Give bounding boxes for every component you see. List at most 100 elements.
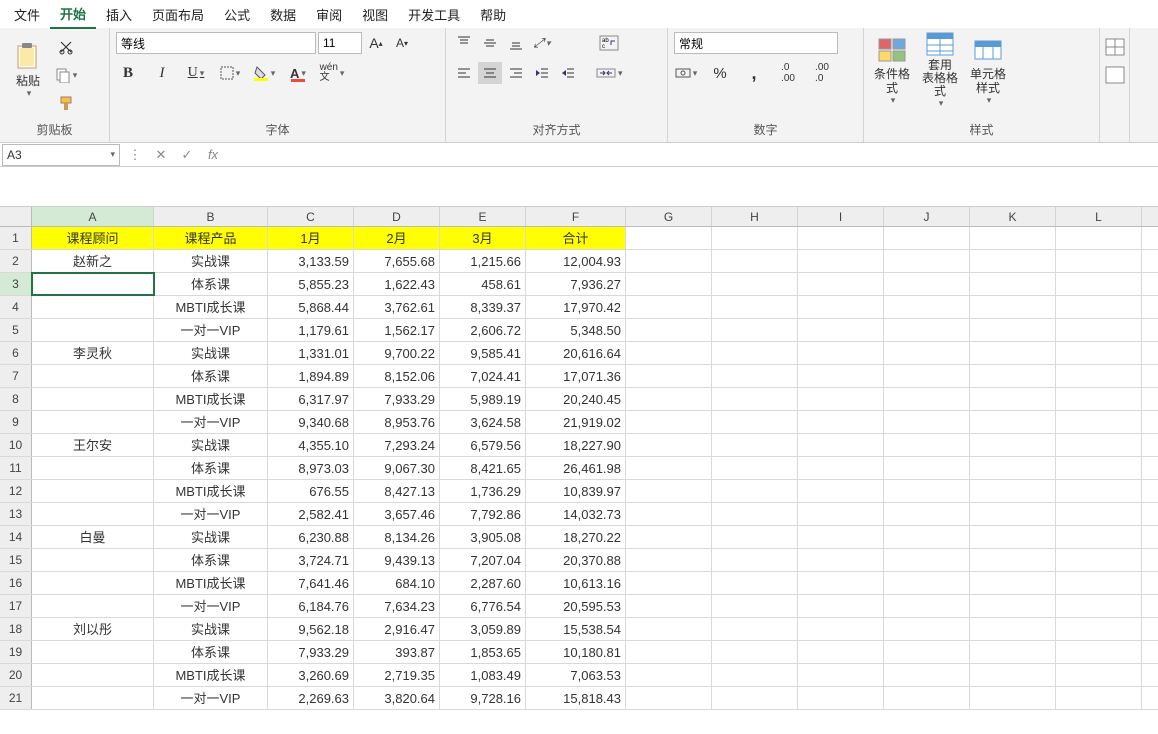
row-header-17[interactable]: 17 bbox=[0, 595, 32, 617]
cell-C11[interactable]: 8,973.03 bbox=[268, 457, 354, 479]
cell-A7[interactable] bbox=[32, 365, 154, 387]
column-header-L[interactable]: L bbox=[1056, 207, 1142, 226]
cell-D3[interactable]: 1,622.43 bbox=[354, 273, 440, 295]
cell-J8[interactable] bbox=[884, 388, 970, 410]
row-header-13[interactable]: 13 bbox=[0, 503, 32, 525]
cell-A11[interactable] bbox=[32, 457, 154, 479]
cell-H19[interactable] bbox=[712, 641, 798, 663]
table-format-button[interactable]: 套用 表格格式 bbox=[918, 32, 962, 108]
menu-tab-文件[interactable]: 文件 bbox=[4, 1, 50, 28]
cell-F13[interactable]: 14,032.73 bbox=[526, 503, 626, 525]
cell-B6[interactable]: 实战课 bbox=[154, 342, 268, 364]
cell-G2[interactable] bbox=[626, 250, 712, 272]
row-header-10[interactable]: 10 bbox=[0, 434, 32, 456]
cell-H17[interactable] bbox=[712, 595, 798, 617]
column-header-D[interactable]: D bbox=[354, 207, 440, 226]
row-header-16[interactable]: 16 bbox=[0, 572, 32, 594]
decrease-indent-button[interactable] bbox=[530, 62, 554, 84]
cell-F7[interactable]: 17,071.36 bbox=[526, 365, 626, 387]
cell-F5[interactable]: 5,348.50 bbox=[526, 319, 626, 341]
cell-J11[interactable] bbox=[884, 457, 970, 479]
menu-tab-开发工具[interactable]: 开发工具 bbox=[398, 1, 470, 28]
cell-E7[interactable]: 7,024.41 bbox=[440, 365, 526, 387]
accounting-format-button[interactable] bbox=[674, 62, 698, 84]
conditional-format-button[interactable]: 条件格式 bbox=[870, 32, 914, 108]
cell-K1[interactable] bbox=[970, 227, 1056, 249]
cell-H12[interactable] bbox=[712, 480, 798, 502]
cell-K21[interactable] bbox=[970, 687, 1056, 709]
cell-D21[interactable]: 3,820.64 bbox=[354, 687, 440, 709]
row-header-21[interactable]: 21 bbox=[0, 687, 32, 709]
fill-color-button[interactable] bbox=[252, 62, 276, 84]
cell-G13[interactable] bbox=[626, 503, 712, 525]
cell-D17[interactable]: 7,634.23 bbox=[354, 595, 440, 617]
cell-I21[interactable] bbox=[798, 687, 884, 709]
cell-F19[interactable]: 10,180.81 bbox=[526, 641, 626, 663]
cell-B8[interactable]: MBTI成长课 bbox=[154, 388, 268, 410]
cell-E19[interactable]: 1,853.65 bbox=[440, 641, 526, 663]
cell-J15[interactable] bbox=[884, 549, 970, 571]
cell-H16[interactable] bbox=[712, 572, 798, 594]
cell-D1[interactable]: 2月 bbox=[354, 227, 440, 249]
cell-L21[interactable] bbox=[1056, 687, 1142, 709]
cell-L7[interactable] bbox=[1056, 365, 1142, 387]
row-header-12[interactable]: 12 bbox=[0, 480, 32, 502]
cell-J10[interactable] bbox=[884, 434, 970, 456]
row-header-11[interactable]: 11 bbox=[0, 457, 32, 479]
cell-K8[interactable] bbox=[970, 388, 1056, 410]
menu-tab-数据[interactable]: 数据 bbox=[260, 1, 306, 28]
increase-indent-button[interactable] bbox=[556, 62, 580, 84]
cell-C10[interactable]: 4,355.10 bbox=[268, 434, 354, 456]
cell-H3[interactable] bbox=[712, 273, 798, 295]
align-top-button[interactable] bbox=[452, 32, 476, 54]
cell-G17[interactable] bbox=[626, 595, 712, 617]
cell-A4[interactable] bbox=[32, 296, 154, 318]
cell-I3[interactable] bbox=[798, 273, 884, 295]
cell-F20[interactable]: 7,063.53 bbox=[526, 664, 626, 686]
cell-I2[interactable] bbox=[798, 250, 884, 272]
increase-font-button[interactable]: A▴ bbox=[364, 32, 388, 54]
cell-E12[interactable]: 1,736.29 bbox=[440, 480, 526, 502]
cell-D11[interactable]: 9,067.30 bbox=[354, 457, 440, 479]
cell-D15[interactable]: 9,439.13 bbox=[354, 549, 440, 571]
row-header-2[interactable]: 2 bbox=[0, 250, 32, 272]
cell-C2[interactable]: 3,133.59 bbox=[268, 250, 354, 272]
align-center-button[interactable] bbox=[478, 62, 502, 84]
cell-I17[interactable] bbox=[798, 595, 884, 617]
row-header-15[interactable]: 15 bbox=[0, 549, 32, 571]
cell-F8[interactable]: 20,240.45 bbox=[526, 388, 626, 410]
cell-J19[interactable] bbox=[884, 641, 970, 663]
cell-H13[interactable] bbox=[712, 503, 798, 525]
number-format-select[interactable] bbox=[674, 32, 838, 54]
cell-L19[interactable] bbox=[1056, 641, 1142, 663]
cell-A14[interactable]: 白曼 bbox=[32, 526, 154, 548]
cell-I8[interactable] bbox=[798, 388, 884, 410]
cell-L20[interactable] bbox=[1056, 664, 1142, 686]
cell-L12[interactable] bbox=[1056, 480, 1142, 502]
cell-L2[interactable] bbox=[1056, 250, 1142, 272]
cell-B2[interactable]: 实战课 bbox=[154, 250, 268, 272]
cell-H9[interactable] bbox=[712, 411, 798, 433]
decrease-decimal-button[interactable]: .00.0 bbox=[810, 62, 834, 84]
underline-button[interactable]: U bbox=[184, 62, 208, 84]
cell-L17[interactable] bbox=[1056, 595, 1142, 617]
cell-G21[interactable] bbox=[626, 687, 712, 709]
cell-J17[interactable] bbox=[884, 595, 970, 617]
cell-B1[interactable]: 课程产品 bbox=[154, 227, 268, 249]
increase-decimal-button[interactable]: .0.00 bbox=[776, 62, 800, 84]
cell-A21[interactable] bbox=[32, 687, 154, 709]
orientation-button[interactable]: ⤢ bbox=[530, 32, 554, 54]
cell-J2[interactable] bbox=[884, 250, 970, 272]
cell-J9[interactable] bbox=[884, 411, 970, 433]
align-middle-button[interactable] bbox=[478, 32, 502, 54]
cell-H20[interactable] bbox=[712, 664, 798, 686]
cell-K18[interactable] bbox=[970, 618, 1056, 640]
cell-E14[interactable]: 3,905.08 bbox=[440, 526, 526, 548]
cell-L4[interactable] bbox=[1056, 296, 1142, 318]
cell-K5[interactable] bbox=[970, 319, 1056, 341]
cell-C9[interactable]: 9,340.68 bbox=[268, 411, 354, 433]
cell-D13[interactable]: 3,657.46 bbox=[354, 503, 440, 525]
cell-A2[interactable]: 赵新之 bbox=[32, 250, 154, 272]
cell-K14[interactable] bbox=[970, 526, 1056, 548]
cell-F9[interactable]: 21,919.02 bbox=[526, 411, 626, 433]
